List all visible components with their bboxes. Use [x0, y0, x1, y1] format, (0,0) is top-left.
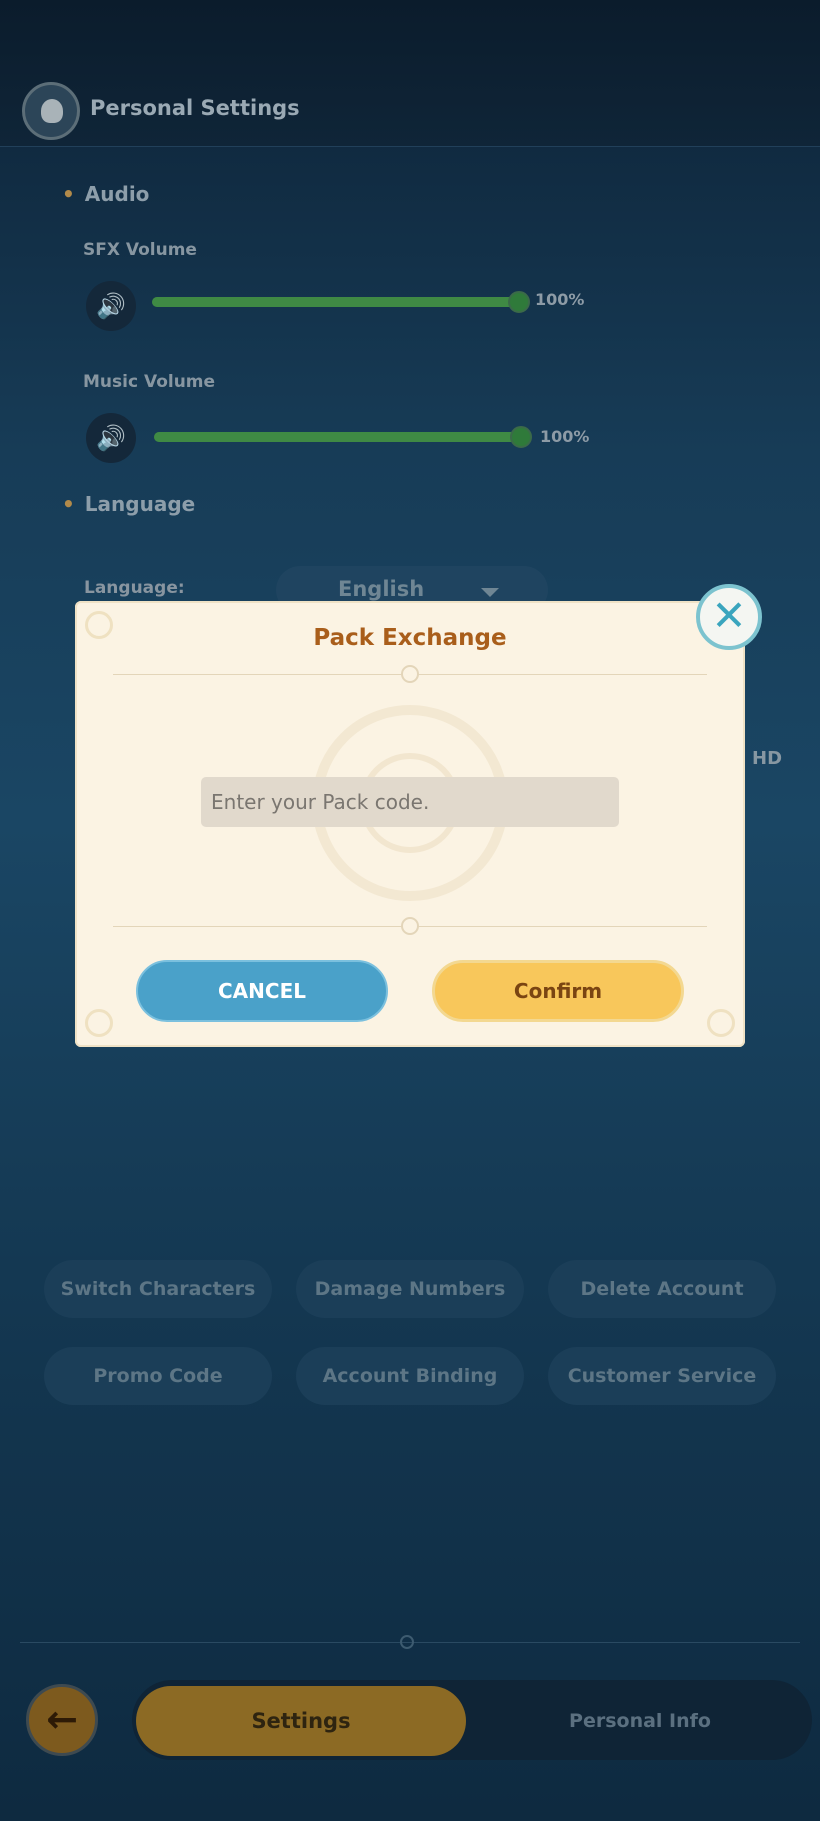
music-volume-slider[interactable] [154, 426, 532, 448]
music-slider-knob[interactable] [510, 426, 532, 448]
cancel-button[interactable]: CANCEL [136, 960, 388, 1022]
sfx-volume-value: 100% [535, 290, 585, 309]
promo-code-button[interactable]: Promo Code [44, 1347, 272, 1405]
music-volume-value: 100% [540, 427, 590, 446]
sfx-volume-label: SFX Volume [83, 240, 197, 260]
back-arrow-icon[interactable]: ← [26, 1684, 98, 1756]
sfx-speaker-icon[interactable]: 🔊 [86, 281, 136, 331]
sfx-volume-slider[interactable] [152, 291, 530, 313]
divider-ornament [401, 917, 419, 935]
audio-section-label: Audio [62, 182, 150, 206]
music-slider-fill [154, 432, 526, 442]
divider-ornament [401, 665, 419, 683]
close-icon[interactable]: ✕ [696, 584, 762, 650]
page-title: Personal Settings [90, 96, 300, 120]
tab-settings[interactable]: Settings [136, 1686, 466, 1756]
corner-ornament [85, 1009, 113, 1037]
account-binding-button[interactable]: Account Binding [296, 1347, 524, 1405]
top-header: Personal Settings [0, 0, 820, 147]
tab-personal-info[interactable]: Personal Info [540, 1686, 740, 1756]
customer-service-button[interactable]: Customer Service [548, 1347, 776, 1405]
chevron-down-icon [481, 588, 499, 597]
dialog-title: Pack Exchange [313, 625, 507, 651]
delete-account-button[interactable]: Delete Account [548, 1260, 776, 1318]
confirm-button[interactable]: Confirm [432, 960, 684, 1022]
divider-ornament [400, 1635, 414, 1649]
switch-characters-button[interactable]: Switch Characters [44, 1260, 272, 1318]
language-section-label: Language [62, 492, 195, 516]
pack-exchange-dialog: Pack Exchange CANCEL Confirm [75, 601, 745, 1047]
language-selected-value: English [338, 577, 425, 601]
damage-numbers-button[interactable]: Damage Numbers [296, 1260, 524, 1318]
hd-option-label: HD [752, 748, 783, 769]
sfx-slider-knob[interactable] [508, 291, 530, 313]
music-speaker-icon[interactable]: 🔊 [86, 413, 136, 463]
music-volume-label: Music Volume [83, 372, 216, 392]
character-avatar-icon [22, 82, 80, 140]
sfx-slider-fill [152, 297, 524, 307]
pack-code-input[interactable] [201, 777, 619, 827]
language-field-label: Language: [84, 578, 185, 598]
corner-ornament [707, 1009, 735, 1037]
